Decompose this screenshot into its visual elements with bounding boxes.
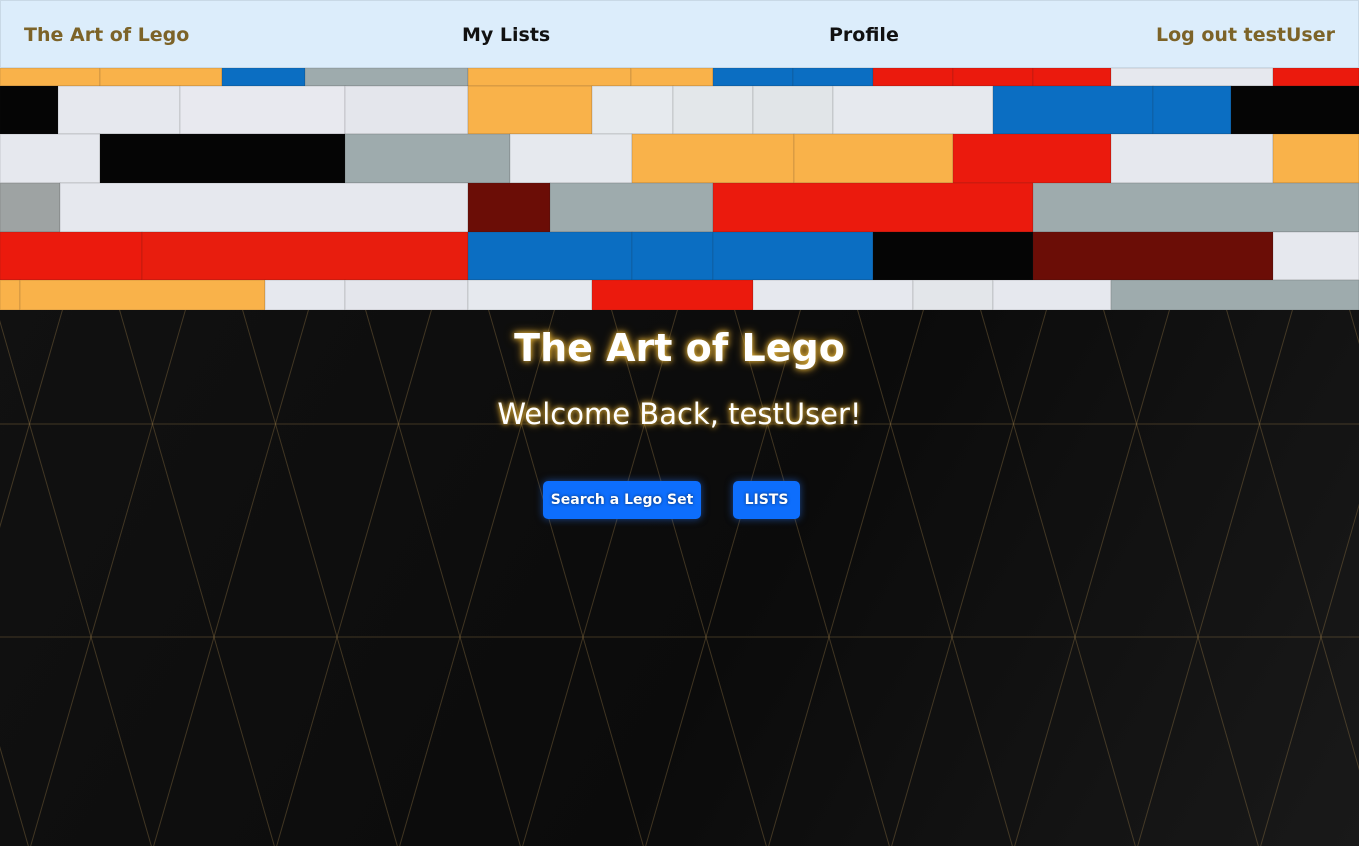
lists-button[interactable]: LISTS bbox=[733, 481, 800, 519]
hero-section: The Art of Lego Welcome Back, testUser! … bbox=[0, 310, 1359, 846]
top-navbar: The Art of Lego My Lists Profile Log out… bbox=[0, 0, 1359, 68]
logout-link[interactable]: Log out testUser bbox=[1156, 1, 1335, 69]
nav-my-lists-link[interactable]: My Lists bbox=[462, 1, 550, 69]
nav-profile-link[interactable]: Profile bbox=[829, 1, 899, 69]
welcome-message: Welcome Back, testUser! bbox=[497, 397, 862, 431]
brand-link[interactable]: The Art of Lego bbox=[24, 1, 189, 69]
geometric-pattern-background bbox=[0, 310, 1359, 846]
lego-banner-image bbox=[0, 68, 1359, 310]
search-lego-set-button[interactable]: Search a Lego Set bbox=[543, 481, 701, 519]
hero-title: The Art of Lego bbox=[514, 326, 845, 370]
